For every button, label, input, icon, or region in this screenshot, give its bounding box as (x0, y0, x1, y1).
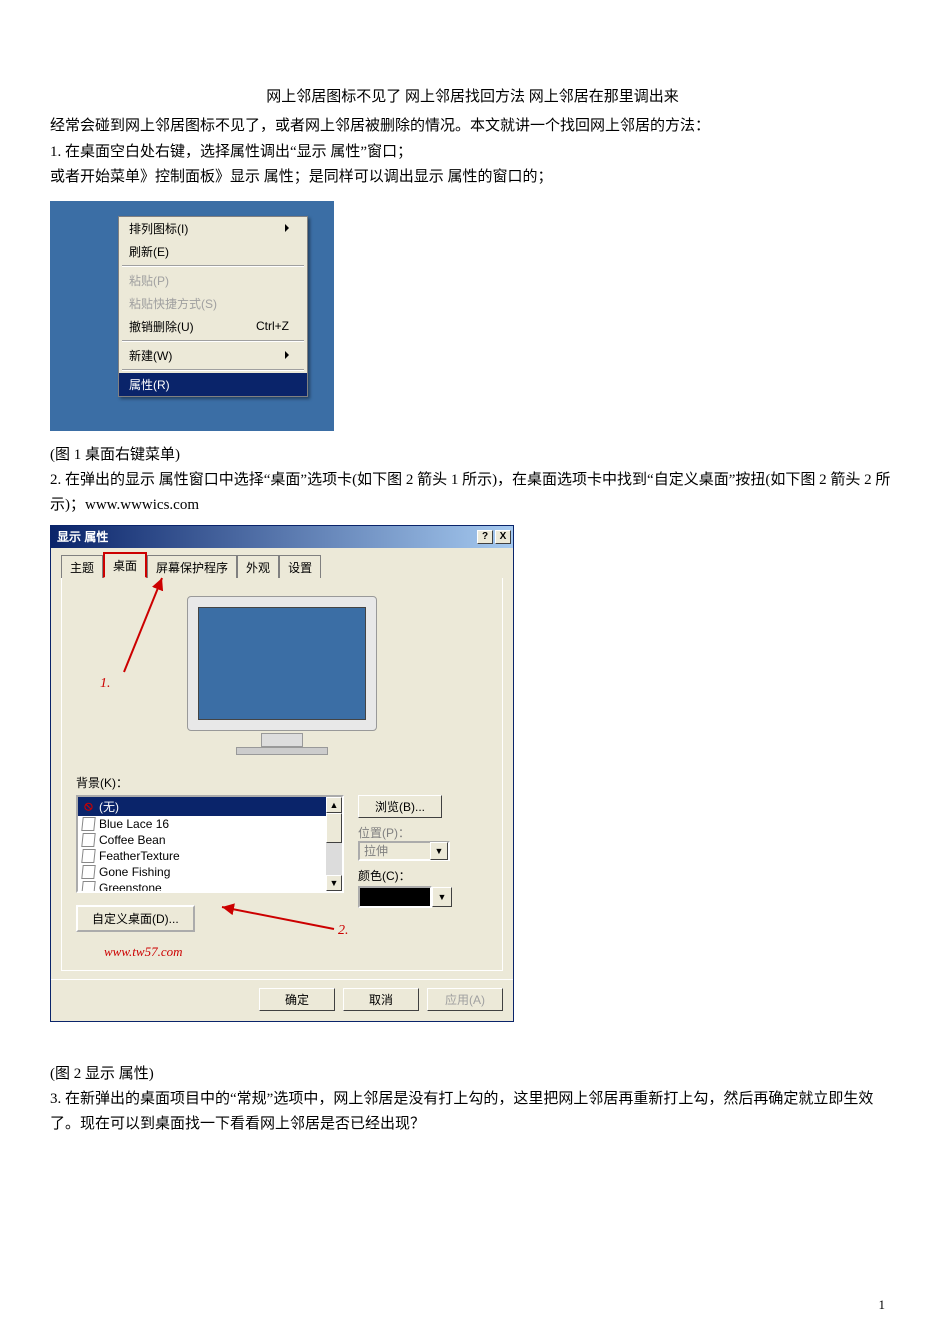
list-item-label: Coffee Bean (99, 833, 166, 847)
menu-properties[interactable]: 属性(R) (119, 373, 307, 396)
tab-theme[interactable]: 主题 (61, 555, 103, 579)
tab-appearance[interactable]: 外观 (237, 555, 279, 579)
scroll-up-icon[interactable]: ▲ (326, 797, 342, 813)
position-value: 拉伸 (364, 842, 388, 859)
figure1-caption: (图 1 桌面右键菜单) (50, 443, 895, 464)
annotation-arrow-2-icon (216, 897, 346, 937)
scrollbar[interactable]: ▲ ▼ (326, 797, 342, 891)
menu-label: 撤销删除(U) (129, 318, 194, 335)
page-number: 1 (879, 1297, 886, 1313)
step-2: 2. 在弹出的显示 属性窗口中选择“桌面”选项卡(如下图 2 箭头 1 所示)，… (50, 468, 895, 519)
menu-undo-delete[interactable]: 撤销删除(U) Ctrl+Z (119, 315, 307, 338)
menu-paste: 粘贴(P) (119, 269, 307, 292)
menu-label: 属性(R) (129, 376, 170, 393)
tab-desktop[interactable]: 桌面 (103, 552, 147, 578)
desktop-background: 排列图标(I) 刷新(E) 粘贴(P) 粘贴快捷方式(S) 撤销删除(U) Ct… (50, 201, 334, 431)
menu-refresh[interactable]: 刷新(E) (119, 240, 307, 263)
step-1a: 1. 在桌面空白处右键，选择属性调出“显示 属性”窗口； (50, 140, 895, 166)
bitmap-icon (82, 849, 95, 862)
step-3: 3. 在新弹出的桌面项目中的“常规”选项中，网上邻居是没有打上勾的，这里把网上邻… (50, 1087, 895, 1138)
step-1b: 或者开始菜单》控制面板》显示 属性；是同样可以调出显示 属性的窗口的； (50, 165, 895, 191)
customize-desktop-button[interactable]: 自定义桌面(D)... (76, 905, 195, 932)
menu-shortcut: Ctrl+Z (256, 319, 289, 333)
menu-label: 新建(W) (129, 347, 172, 364)
menu-label: 刷新(E) (129, 243, 169, 260)
list-item-label: Gone Fishing (99, 865, 170, 879)
list-item-label: Greenstone (99, 881, 162, 891)
bitmap-icon (82, 817, 95, 830)
annotation-label-1: 1. (100, 676, 111, 692)
cancel-button[interactable]: 取消 (343, 988, 419, 1011)
submenu-arrow-icon (285, 224, 289, 232)
dropdown-icon[interactable]: ▼ (432, 887, 452, 907)
page-title: 网上邻居图标不见了 网上邻居找回方法 网上邻居在那里调出来 (50, 85, 895, 106)
menu-separator (122, 265, 304, 267)
watermark-text: www.tw57.com (104, 944, 488, 960)
position-label: 位置(P)： (358, 824, 478, 841)
dialog-titlebar[interactable]: 显示 属性 ? X (51, 526, 513, 548)
bitmap-icon (82, 865, 95, 878)
menu-separator (122, 369, 304, 371)
menu-arrange-icons[interactable]: 排列图标(I) (119, 217, 307, 240)
apply-button: 应用(A) (427, 988, 503, 1011)
bitmap-icon (82, 881, 95, 891)
annotation-arrow-1-icon (114, 572, 174, 682)
position-combo: 拉伸 ▼ (358, 841, 450, 861)
list-item-label: Blue Lace 16 (99, 817, 169, 831)
intro-paragraph: 经常会碰到网上邻居图标不见了，或者网上邻居被删除的情况。本文就讲一个找回网上邻居… (50, 114, 895, 140)
list-item[interactable]: ⦸ (无) (78, 797, 326, 816)
monitor-preview (187, 596, 377, 756)
menu-label: 粘贴快捷方式(S) (129, 295, 217, 312)
tab-desktop-panel: 1. 背景(K)： ⦸ (无) (61, 578, 503, 971)
scroll-down-icon[interactable]: ▼ (326, 875, 342, 891)
dropdown-icon: ▼ (430, 842, 448, 860)
figure2-caption: (图 2 显示 属性) (50, 1062, 895, 1083)
background-listbox[interactable]: ⦸ (无) Blue Lace 16 Coffee Bean (76, 795, 344, 893)
dialog-title: 显示 属性 (57, 528, 108, 545)
tab-settings[interactable]: 设置 (279, 555, 321, 579)
list-item-label: (无) (99, 798, 119, 815)
tab-screensaver[interactable]: 屏幕保护程序 (147, 555, 237, 579)
color-swatch (358, 886, 432, 908)
tab-strip: 主题 桌面 屏幕保护程序 外观 设置 (61, 556, 503, 578)
submenu-arrow-icon (285, 351, 289, 359)
display-properties-dialog: 显示 属性 ? X 主题 桌面 屏幕保护程序 外观 设置 1. (50, 525, 514, 1022)
list-item[interactable]: FeatherTexture (78, 848, 326, 864)
list-item-label: FeatherTexture (99, 849, 180, 863)
menu-label: 排列图标(I) (129, 220, 188, 237)
list-item[interactable]: Blue Lace 16 (78, 816, 326, 832)
bitmap-icon (82, 833, 95, 846)
menu-paste-shortcut: 粘贴快捷方式(S) (119, 292, 307, 315)
dialog-footer: 确定 取消 应用(A) (51, 979, 513, 1021)
close-button[interactable]: X (495, 530, 511, 544)
ok-button[interactable]: 确定 (259, 988, 335, 1011)
list-item[interactable]: Greenstone (78, 880, 326, 891)
help-button[interactable]: ? (477, 530, 493, 544)
background-label: 背景(K)： (76, 774, 488, 791)
browse-button[interactable]: 浏览(B)... (358, 795, 442, 818)
menu-label: 粘贴(P) (129, 272, 169, 289)
menu-new[interactable]: 新建(W) (119, 344, 307, 367)
context-menu: 排列图标(I) 刷新(E) 粘贴(P) 粘贴快捷方式(S) 撤销删除(U) Ct… (118, 216, 308, 397)
list-item[interactable]: Coffee Bean (78, 832, 326, 848)
none-icon: ⦸ (82, 800, 95, 813)
color-picker[interactable]: ▼ (358, 886, 478, 908)
annotation-label-2: 2. (338, 923, 349, 939)
list-item[interactable]: Gone Fishing (78, 864, 326, 880)
color-label: 颜色(C)： (358, 867, 478, 884)
scroll-thumb[interactable] (326, 813, 342, 843)
menu-separator (122, 340, 304, 342)
